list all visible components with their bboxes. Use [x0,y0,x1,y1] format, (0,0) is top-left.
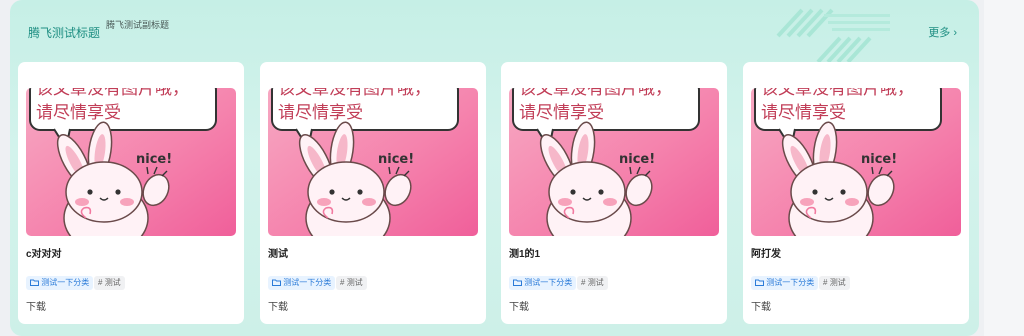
category-tag-label: 测试一下分类 [41,278,90,287]
keyword-tag-label: 测试 [104,278,121,287]
bunny-placeholder-image: 该文章没有图片哦， 请尽情享受 nice! [268,88,478,236]
folder-icon [30,279,39,286]
download-link[interactable]: 下载 [509,298,529,313]
category-tag[interactable]: 测试一下分类 [268,276,336,290]
more-label: 更多 [928,27,951,39]
resource-card[interactable]: 该文章没有图片哦， 请尽情享受 nice! 测1的1 测试一下分类 # 测试 下… [501,62,727,324]
category-tag[interactable]: 测试一下分类 [509,276,577,290]
svg-text:请尽情享受: 请尽情享受 [278,103,363,123]
svg-text:nice!: nice! [378,152,414,167]
hash-icon: # [98,278,103,287]
keyword-tag[interactable]: # 测试 [819,276,850,290]
bunny-placeholder-image: 该文章没有图片哦， 请尽情享受 nice! [509,88,719,236]
folder-icon [272,279,281,286]
svg-text:请尽情享受: 请尽情享受 [519,103,604,123]
svg-text:该文章没有图片哦，: 该文章没有图片哦， [519,88,672,99]
category-tag-label: 测试一下分类 [283,278,332,287]
stripes-decoration-icon [776,8,890,64]
hash-icon: # [823,278,828,287]
keyword-tag-label: 测试 [346,278,363,287]
svg-text:nice!: nice! [861,152,897,167]
page-scroll-area [984,0,1024,336]
resource-card[interactable]: 该文章没有图片哦， 请尽情享受 nice! 测试 测试一下分类 # 测试 下载 [260,62,486,324]
more-link[interactable]: 更多 › [928,24,957,40]
svg-text:该文章没有图片哦，: 该文章没有图片哦， [761,88,914,99]
section-title: 腾飞测试标题 [28,26,101,40]
download-link[interactable]: 下载 [26,298,46,313]
folder-icon [513,279,522,286]
card-thumbnail[interactable]: 该文章没有图片哦， 请尽情享受 nice! [26,88,236,236]
card-title[interactable]: 阿打发 [751,245,781,260]
resource-card[interactable]: 该文章没有图片哦， 请尽情享受 nice! c对对对 测试一下分类 # 测试 下… [18,62,244,324]
category-tag-label: 测试一下分类 [766,278,815,287]
card-thumbnail[interactable]: 该文章没有图片哦， 请尽情享受 nice! [509,88,719,236]
hash-icon: # [581,278,586,287]
category-tag-label: 测试一下分类 [524,278,573,287]
svg-text:请尽情享受: 请尽情享受 [36,103,121,123]
svg-text:该文章没有图片哦，: 该文章没有图片哦， [278,88,431,99]
keyword-tag[interactable]: # 测试 [94,276,125,290]
keyword-tag-label: 测试 [587,278,604,287]
category-tag[interactable]: 测试一下分类 [26,276,94,290]
hash-icon: # [340,278,345,287]
svg-text:该文章没有图片哦，: 该文章没有图片哦， [36,88,189,99]
download-link[interactable]: 下载 [268,298,288,313]
keyword-tag[interactable]: # 测试 [577,276,608,290]
card-title[interactable]: 测试 [268,245,288,260]
resource-card[interactable]: 该文章没有图片哦， 请尽情享受 nice! 阿打发 测试一下分类 # 测试 下载 [743,62,969,324]
keyword-tag-label: 测试 [829,278,846,287]
card-thumbnail[interactable]: 该文章没有图片哦， 请尽情享受 nice! [751,88,961,236]
keyword-tag[interactable]: # 测试 [336,276,367,290]
card-title[interactable]: 测1的1 [509,245,540,260]
card-title[interactable]: c对对对 [26,245,62,260]
svg-text:nice!: nice! [136,152,172,167]
bunny-placeholder-image: 该文章没有图片哦， 请尽情享受 nice! [751,88,961,236]
svg-text:nice!: nice! [619,152,655,167]
svg-text:请尽情享受: 请尽情享受 [761,103,846,123]
section-subtitle: 腾飞测试副标题 [106,20,170,30]
download-link[interactable]: 下载 [751,298,771,313]
folder-icon [755,279,764,286]
bunny-placeholder-image: 该文章没有图片哦， 请尽情享受 nice! [26,88,236,236]
category-tag[interactable]: 测试一下分类 [751,276,819,290]
card-thumbnail[interactable]: 该文章没有图片哦， 请尽情享受 nice! [268,88,478,236]
chevron-right-icon: › [953,27,957,39]
